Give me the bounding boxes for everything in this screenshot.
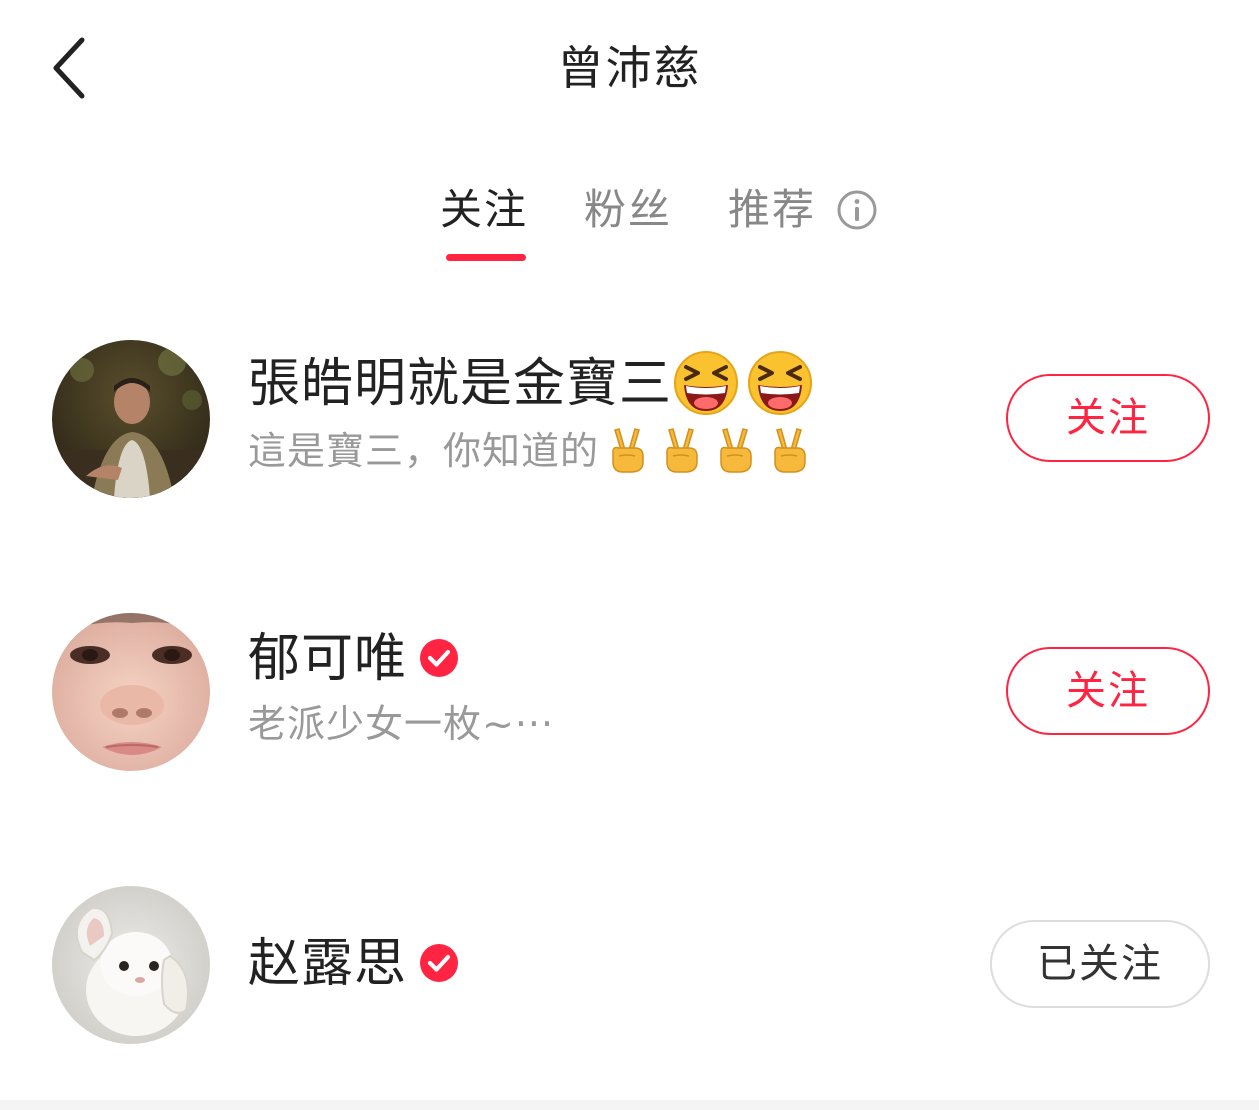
verified-check-icon <box>419 638 459 678</box>
tab-fans[interactable]: 粉丝 <box>584 180 672 240</box>
list-item: 郁可唯 老派少女一枚~··· 关注 <box>0 613 1259 773</box>
tab-following[interactable]: 关注 <box>440 180 528 240</box>
user-name[interactable]: 郁可唯 <box>248 627 459 691</box>
info-icon[interactable] <box>836 189 878 231</box>
user-description: 老派少女一枚~··· <box>248 702 555 746</box>
user-name[interactable]: 赵露思 <box>248 932 459 996</box>
victory-hand-emoji <box>659 426 703 474</box>
tab-bar: 关注 粉丝 推荐 <box>0 180 1259 270</box>
avatar[interactable] <box>52 340 210 498</box>
victory-hand-emoji <box>605 426 649 474</box>
grinning-squint-emoji <box>746 349 814 417</box>
user-description: 這是寶三，你知道的 <box>248 426 811 478</box>
follow-button[interactable]: 关注 <box>1006 647 1210 735</box>
user-name[interactable]: 張皓明就是金寶三 <box>248 349 814 421</box>
bottom-divider <box>0 1100 1259 1110</box>
verified-check-icon <box>419 943 459 983</box>
page-title: 曾沛慈 <box>557 41 702 95</box>
active-tab-indicator <box>446 254 526 261</box>
follow-button[interactable]: 关注 <box>1006 374 1210 462</box>
avatar[interactable] <box>52 886 210 1044</box>
victory-hand-emoji <box>713 426 757 474</box>
grinning-squint-emoji <box>672 349 740 417</box>
following-button[interactable]: 已关注 <box>990 920 1210 1008</box>
top-bar: 曾沛慈 <box>0 0 1259 140</box>
victory-hand-emoji <box>767 426 811 474</box>
list-item: 赵露思 已关注 <box>0 886 1259 1046</box>
tab-recommended[interactable]: 推荐 <box>728 180 816 240</box>
list-item: 張皓明就是金寶三 這是寶三，你知道的 关注 <box>0 340 1259 500</box>
avatar[interactable] <box>52 613 210 771</box>
